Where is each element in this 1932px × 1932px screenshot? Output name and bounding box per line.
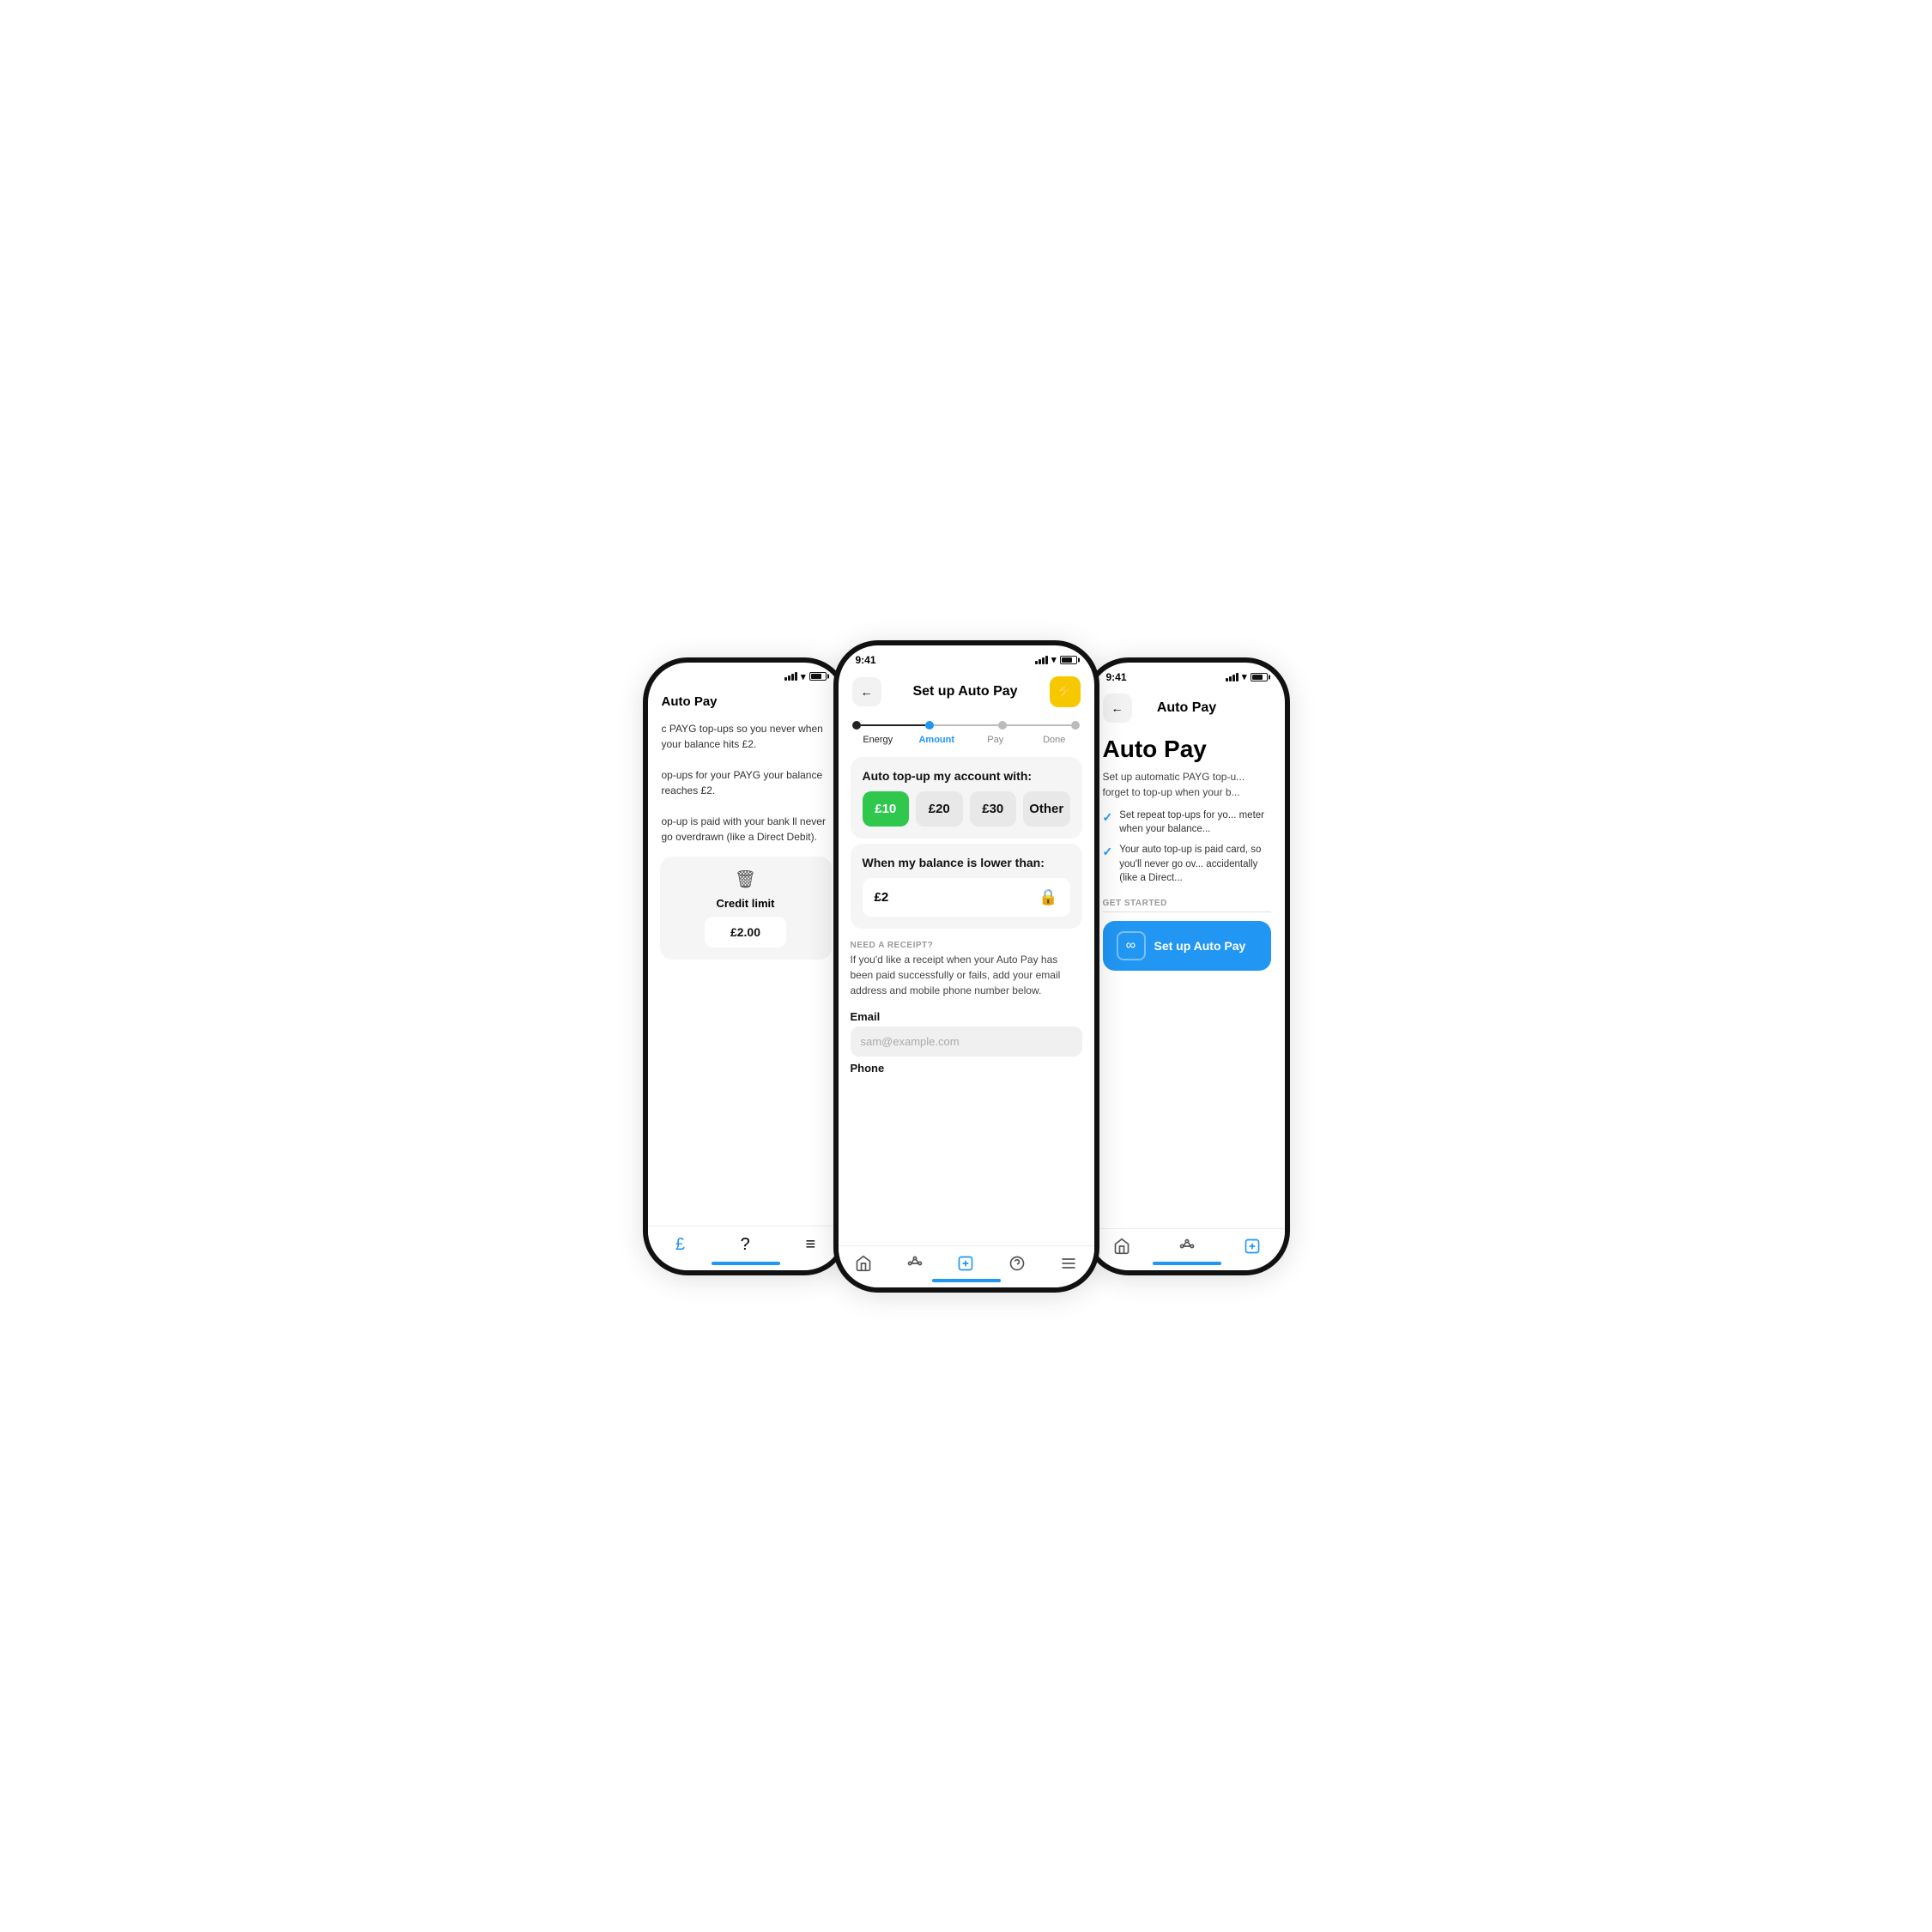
nav-network[interactable] xyxy=(906,1255,924,1272)
nav-help[interactable] xyxy=(1008,1255,1026,1272)
right-nav-account[interactable] xyxy=(1244,1238,1261,1255)
phone-label: Phone xyxy=(839,1057,1094,1078)
right-nav-home[interactable] xyxy=(1113,1238,1130,1255)
left-bottom-nav: £ ? ≡ xyxy=(648,1226,844,1270)
step-label-pay: Pay xyxy=(966,735,1026,745)
trash-icon: 🗑 xyxy=(735,869,756,890)
credit-limit-card: 🗑 Credit limit £2.00 xyxy=(660,857,832,960)
right-home-indicator xyxy=(1153,1262,1221,1265)
center-header: ← Set up Auto Pay ⚡ xyxy=(839,669,1094,714)
right-main-title: Auto Pay xyxy=(1103,736,1271,763)
check-text-1: Set repeat top-ups for yo... meter when … xyxy=(1119,809,1270,836)
check-text-2: Your auto top-up is paid card, so you'll… xyxy=(1119,843,1270,884)
balance-card: When my balance is lower than: £2 🔒 xyxy=(851,844,1082,929)
setup-btn-label: Set up Auto Pay xyxy=(1154,939,1246,953)
receipt-description: If you'd like a receipt when your Auto P… xyxy=(839,952,1094,1005)
divider xyxy=(1103,911,1271,912)
left-status-bar: ▾ xyxy=(648,663,844,686)
balance-value: £2 xyxy=(875,890,889,905)
step-label-amount: Amount xyxy=(907,735,966,745)
amount-buttons: £10 £20 £30 Other xyxy=(863,791,1070,827)
amount-btn-30[interactable]: £30 xyxy=(970,791,1017,827)
lock-icon: 🔒 xyxy=(1039,888,1057,906)
phone-right: 9:41 ▾ ← Auto Pay Auto Pay Set up automa… xyxy=(1084,657,1290,1275)
nav-menu[interactable] xyxy=(1060,1255,1077,1272)
step-dot-pay xyxy=(998,721,1007,730)
receipt-heading: NEED A RECEIPT? xyxy=(839,934,1094,952)
step-dot-done xyxy=(1071,721,1080,730)
nav-item-menu[interactable]: ≡ xyxy=(805,1235,815,1255)
right-time: 9:41 xyxy=(1106,671,1127,683)
credit-limit-label: Credit limit xyxy=(717,897,775,910)
step-line-1 xyxy=(861,724,925,726)
step-line-2 xyxy=(934,724,998,726)
topup-card-title: Auto top-up my account with: xyxy=(863,769,1070,783)
right-back-button[interactable]: ← xyxy=(1103,693,1132,723)
phone-center: 9:41 ▾ ← Set up Auto Pay ⚡ xyxy=(833,640,1099,1293)
checkmark-icon-1: ✓ xyxy=(1103,809,1113,827)
checkmark-icon-2: ✓ xyxy=(1103,844,1113,861)
check-item-2: ✓ Your auto top-up is paid card, so you'… xyxy=(1103,843,1271,884)
amount-btn-20[interactable]: £20 xyxy=(916,791,963,827)
infinity-icon: ∞ xyxy=(1117,931,1146,960)
nav-item-help[interactable]: ? xyxy=(741,1235,750,1255)
stepper xyxy=(839,714,1094,733)
step-line-3 xyxy=(1007,724,1071,726)
balance-card-title: When my balance is lower than: xyxy=(863,856,1070,869)
left-page-title: Auto Pay xyxy=(648,686,844,716)
email-input[interactable]: sam@example.com xyxy=(851,1027,1082,1057)
balance-input: £2 🔒 xyxy=(863,878,1070,917)
topup-card: Auto top-up my account with: £10 £20 £30… xyxy=(851,757,1082,839)
phone-left: ▾ Auto Pay c PAYG top-ups so you never w… xyxy=(643,657,849,1275)
lightning-button[interactable]: ⚡ xyxy=(1050,676,1081,707)
right-content: Auto Pay Set up automatic PAYG top-u... … xyxy=(1089,730,1285,978)
setup-autopay-button[interactable]: ∞ Set up Auto Pay xyxy=(1103,921,1271,971)
right-header-title: Auto Pay xyxy=(1132,700,1242,716)
nav-account[interactable] xyxy=(957,1255,974,1272)
email-label: Email xyxy=(839,1005,1094,1027)
get-started-label: GET STARTED xyxy=(1103,899,1271,908)
center-bottom-nav xyxy=(839,1245,1094,1287)
right-status-bar: 9:41 ▾ xyxy=(1089,663,1285,687)
check-item-1: ✓ Set repeat top-ups for yo... meter whe… xyxy=(1103,809,1271,836)
step-dot-amount xyxy=(925,721,934,730)
right-nav-network[interactable] xyxy=(1178,1238,1196,1255)
amount-btn-other[interactable]: Other xyxy=(1023,791,1070,827)
step-label-done: Done xyxy=(1025,735,1084,745)
credit-limit-value: £2.00 xyxy=(705,917,786,948)
nav-item-account[interactable]: £ xyxy=(675,1235,685,1255)
home-indicator xyxy=(712,1262,780,1265)
step-dot-energy xyxy=(852,721,861,730)
center-home-indicator xyxy=(932,1279,1001,1282)
center-status-bar: 9:41 ▾ xyxy=(839,645,1094,669)
center-header-title: Set up Auto Pay xyxy=(881,684,1050,700)
amount-btn-10[interactable]: £10 xyxy=(863,791,910,827)
checklist: ✓ Set repeat top-ups for yo... meter whe… xyxy=(1103,809,1271,884)
nav-home[interactable] xyxy=(855,1255,872,1272)
stepper-labels: Energy Amount Pay Done xyxy=(839,733,1094,752)
left-body-text-1: c PAYG top-ups so you never when your ba… xyxy=(648,716,844,850)
back-button[interactable]: ← xyxy=(852,677,881,706)
center-time: 9:41 xyxy=(856,654,876,666)
right-description: Set up automatic PAYG top-u... forget to… xyxy=(1103,769,1271,800)
step-label-energy: Energy xyxy=(849,735,908,745)
right-bottom-nav xyxy=(1089,1228,1285,1270)
right-header: ← Auto Pay xyxy=(1089,687,1285,730)
